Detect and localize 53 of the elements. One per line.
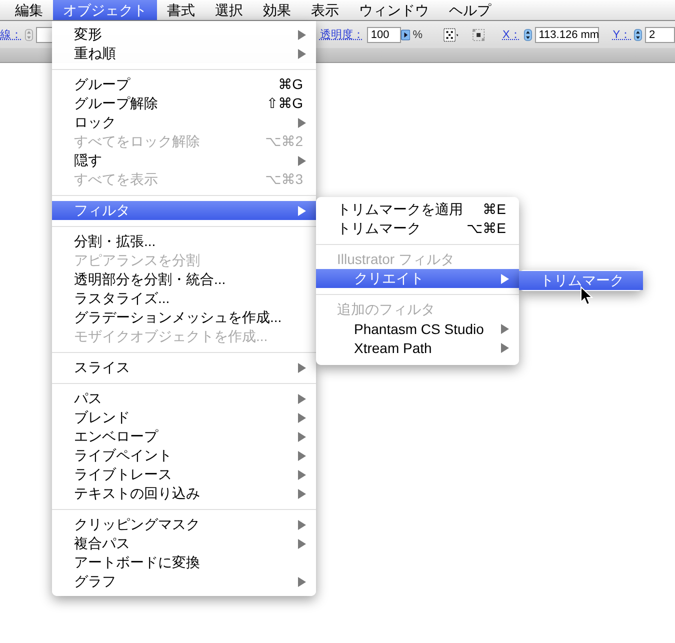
menu-item[interactable]: ライブトレース [52,465,316,484]
menu-item[interactable]: ブレンド [52,408,316,427]
menu-section-header: Illustrator フィルタ [336,250,456,269]
menu-item[interactable]: テキストの回り込み [52,484,316,503]
menu-item[interactable]: 隠す [52,151,316,170]
menu-item[interactable]: 重ね順 [52,44,316,63]
menu-item[interactable]: トリムマーク ⌥⌘E [316,219,519,238]
menu-item[interactable]: クリエイト [316,269,519,288]
shortcut-label: ⌘E [482,201,507,218]
opacity-label: 透明度： [320,28,364,42]
menu-item[interactable]: エンベロープ [52,427,316,446]
menu-title[interactable]: 選択 [205,0,253,20]
stroke-label: 線： [0,28,22,42]
menu-item[interactable]: クリッピングマスク [52,515,316,534]
menu-item[interactable]: ロック [52,113,316,132]
menu-item[interactable]: グループ ⌘G [52,75,316,94]
shortcut-label: ⌥⌘E [466,220,507,237]
y-label: Y： [612,28,632,42]
menu-item[interactable]: グループ解除 ⇧⌘G [52,94,316,113]
menu-item[interactable]: Phantasm CS Studio [316,319,519,338]
shortcut-label: ⌥⌘3 [265,171,304,188]
menu-section-header: 追加のフィルタ [336,300,436,319]
x-field[interactable]: 113.126 mm [534,26,599,42]
menu-item[interactable]: グラデーションメッシュを作成... [52,308,316,327]
menu-item[interactable]: トリムマークを適用 ⌘E [316,200,519,219]
menu-item[interactable]: 透明部分を分割・統合... [52,270,316,289]
unit-label: % [412,28,423,40]
menu-item[interactable]: スライス [52,358,316,377]
menu-item[interactable]: グラフ [52,572,316,591]
x-label: X： [502,28,521,42]
menu-title[interactable]: ヘルプ [439,0,501,20]
menu-item[interactable]: パス [52,389,316,408]
shortcut-label: ⇧⌘G [266,95,304,112]
menu-title[interactable]: オブジェクト [53,0,157,20]
menu-title[interactable]: 書式 [157,0,205,20]
stroke-field[interactable] [36,26,52,42]
menu-item[interactable]: 複合パス [52,534,316,553]
opacity-field[interactable]: 100 [366,26,401,42]
menu-item[interactable]: 変形 [52,25,316,44]
menu-item[interactable]: フィルタ [52,201,316,220]
menu-item[interactable]: トリムマーク [519,271,643,290]
menu-item[interactable]: ラスタライズ... [52,289,316,308]
menu-item[interactable]: 分割・拡張... [52,232,316,251]
menu-item[interactable]: アートボードに変換 [52,553,316,572]
menu-title[interactable]: 効果 [253,0,301,20]
menu-title[interactable]: ウィンドウ [349,0,439,20]
shortcut-label: ⌘G [278,76,304,93]
menu-title[interactable]: 編集 [5,0,53,20]
menu-item[interactable]: Xtream Path [316,338,519,357]
shortcut-label: ⌥⌘2 [265,133,304,150]
menu-item[interactable]: ライブペイント [52,446,316,465]
y-field[interactable]: 2 [644,26,675,42]
menu-title[interactable]: 表示 [301,0,349,20]
